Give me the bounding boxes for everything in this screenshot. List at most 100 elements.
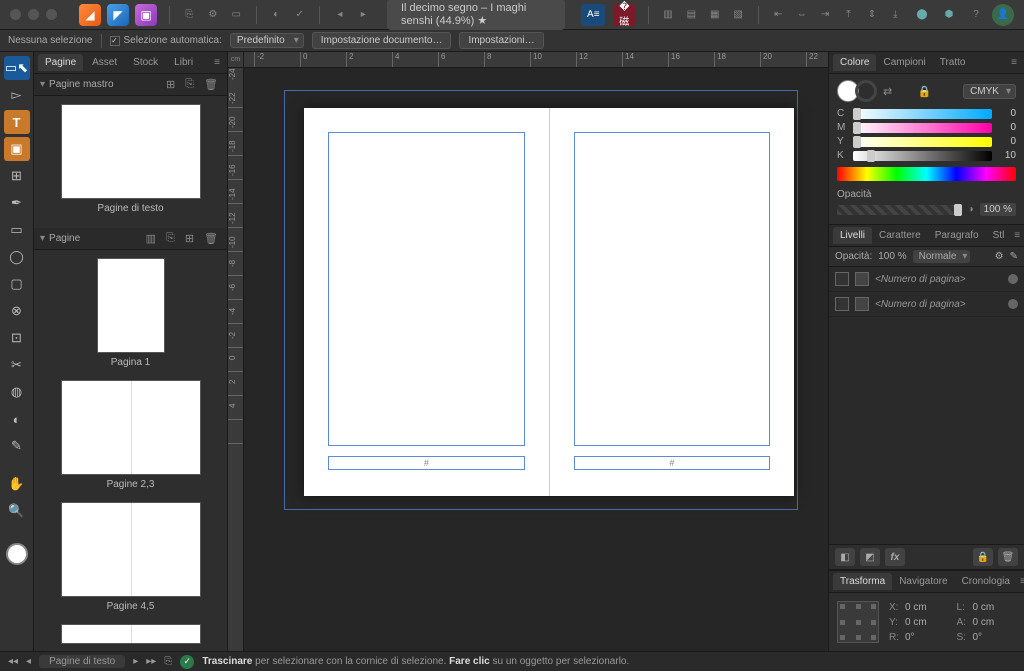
page-thumbnail[interactable] (61, 624, 201, 644)
ruler-origin[interactable]: cm (228, 52, 244, 68)
hue-strip[interactable] (837, 167, 1016, 181)
lock-layer-icon[interactable]: 🔒 (973, 548, 993, 566)
align-bottom-icon[interactable]: ⤓ (888, 4, 903, 26)
photo-persona-icon[interactable]: ◤ (107, 4, 129, 26)
page-thumbnail[interactable] (61, 502, 201, 597)
mask-icon[interactable]: ◧ (835, 548, 855, 566)
arrange-backward-icon[interactable]: ▤ (684, 4, 699, 26)
fill-color-well[interactable] (6, 543, 28, 565)
page-thumbnail[interactable] (97, 258, 165, 353)
stroke-swatch[interactable] (855, 80, 877, 102)
page-thumbnail[interactable] (61, 380, 201, 475)
r-field[interactable]: R:0° (889, 631, 949, 643)
page-left[interactable]: # (304, 108, 550, 496)
align-top-icon[interactable]: ⤒ (841, 4, 856, 26)
page-number-frame[interactable]: # (574, 456, 771, 470)
auto-select-preset-dropdown[interactable]: Predefinito (230, 33, 304, 48)
triangle-tool[interactable]: ⊗ (4, 299, 30, 323)
chevron-right-icon[interactable]: ▸▸ (146, 656, 156, 667)
snapping-toggle-icon[interactable]: �磁 (613, 4, 635, 26)
vertical-ruler[interactable]: -24-22-20 -18-16-14 -12-10-8 -6-4-2 024 (228, 68, 244, 651)
chevron-right-icon[interactable]: ▸ (133, 656, 138, 667)
add-page-icon[interactable]: ⎘ (163, 232, 178, 245)
page-right[interactable]: # (550, 108, 795, 496)
master-pages-header[interactable]: ▾ Pagine mastro ⊞ ⎘ 🗑 (34, 74, 227, 96)
s-field[interactable]: S:0° (957, 631, 1017, 643)
spread[interactable]: # # (304, 108, 794, 496)
x-field[interactable]: X:0 cm (889, 601, 949, 613)
tab-paragraph[interactable]: Paragrafo (928, 227, 986, 244)
fill-tool[interactable]: ◍ (4, 380, 30, 404)
panel-menu-icon[interactable]: ≡ (1017, 576, 1024, 587)
document-setup-button[interactable]: Impostazione documento… (312, 32, 452, 49)
page-item[interactable] (34, 624, 227, 644)
vector-crop-tool[interactable]: ✂ (4, 353, 30, 377)
master-thumbnail[interactable] (61, 104, 201, 199)
auto-select-checkbox[interactable]: ✓ Selezione automatica: (110, 35, 222, 46)
horizontal-ruler[interactable]: -2 0 2 4 6 8 10 12 14 16 18 20 22 (244, 52, 828, 68)
w-field[interactable]: L:0 cm (957, 601, 1017, 613)
opacity-value[interactable]: 100 % (980, 203, 1016, 216)
pen-tool[interactable]: ✒ (4, 191, 30, 215)
tab-history[interactable]: Cronologia (955, 573, 1017, 590)
black-slider[interactable]: K 10 (837, 150, 1016, 161)
rectangle-tool[interactable]: ▭ (4, 218, 30, 242)
chevron-left-icon[interactable]: ◂◂ (8, 656, 18, 667)
color-mode-dropdown[interactable]: CMYK (963, 84, 1016, 99)
y-field[interactable]: Y:0 cm (889, 616, 949, 628)
move-tool[interactable]: ▭⬉ (4, 56, 30, 80)
adjustment-icon[interactable]: ◩ (860, 548, 880, 566)
panel-menu-icon[interactable]: ≡ (1008, 57, 1020, 68)
lock-icon[interactable]: 🔒 (918, 85, 932, 98)
arrange-forward-icon[interactable]: ▦ (707, 4, 722, 26)
fx-icon[interactable]: fx (885, 548, 905, 566)
frame-text-tool[interactable]: T (4, 110, 30, 134)
duplicate-page-icon[interactable]: ⊞ (182, 232, 197, 245)
pages-header[interactable]: ▾ Pagine ▥ ⎘ ⊞ 🗑 (34, 228, 227, 250)
preview-icon[interactable]: ◐ (269, 4, 284, 26)
cloud-icon[interactable]: ⬢ (938, 4, 960, 26)
baseline-grid-icon[interactable]: A≡ (581, 4, 605, 26)
page-item[interactable]: Pagine 2,3 (34, 380, 227, 496)
panel-menu-icon[interactable]: ≡ (1011, 230, 1023, 241)
page-item[interactable]: Pagina 1 (34, 258, 227, 374)
tab-character[interactable]: Carattere (872, 227, 928, 244)
tab-stock[interactable]: Stock (126, 54, 165, 71)
arrange-back-icon[interactable]: ▥ (660, 4, 675, 26)
document-viewport[interactable]: # # (244, 68, 828, 651)
minimize-window-icon[interactable] (28, 9, 39, 20)
swap-colors-icon[interactable]: ⇄ (883, 85, 892, 98)
tab-stroke[interactable]: Tratto (933, 54, 973, 71)
panel-menu-icon[interactable]: ≡ (211, 57, 223, 68)
yellow-slider[interactable]: Y 0 (837, 136, 1016, 147)
arrow-left-icon[interactable]: ◂ (332, 4, 347, 26)
pan-tool[interactable]: ✋ (4, 472, 30, 496)
help-icon[interactable]: ? (965, 4, 987, 26)
view-mode-icon[interactable]: ▭ (229, 4, 244, 26)
ellipse-tool[interactable]: ◯ (4, 245, 30, 269)
file-open-icon[interactable]: ⎘ (182, 4, 197, 26)
page-item[interactable]: Pagine 4,5 (34, 502, 227, 618)
color-picker-tool[interactable]: ✎ (4, 434, 30, 458)
add-spread-icon[interactable]: ⎘ (164, 656, 172, 667)
gear-icon[interactable]: ⚙ (995, 251, 1004, 262)
align-center-h-icon[interactable]: ⇔ (794, 4, 809, 26)
anchor-point-selector[interactable] (837, 601, 879, 643)
tab-asset[interactable]: Asset (85, 54, 124, 71)
tab-navigator[interactable]: Navigatore (892, 573, 954, 590)
layer-opacity-value[interactable]: 100 % (878, 251, 906, 262)
arrow-right-icon[interactable]: ▸ (356, 4, 371, 26)
tab-pages[interactable]: Pagine (38, 54, 83, 71)
visibility-toggle-icon[interactable] (1008, 299, 1018, 309)
layer-item[interactable]: <Numero di pagina> (829, 292, 1024, 317)
asset-place-tool[interactable]: ⊡ (4, 326, 30, 350)
magenta-slider[interactable]: M 0 (837, 122, 1016, 133)
add-master-icon[interactable]: ⊞ (163, 78, 178, 91)
tab-text-styles[interactable]: Stl (986, 227, 1012, 244)
account-avatar-icon[interactable]: 👤 (992, 4, 1014, 26)
tab-books[interactable]: Libri (167, 54, 200, 71)
page-number-frame[interactable]: # (328, 456, 525, 470)
tab-transform[interactable]: Trasforma (833, 573, 892, 590)
delete-layer-icon[interactable]: 🗑 (998, 548, 1018, 566)
noise-toggle-icon[interactable]: ◑ (968, 204, 974, 215)
